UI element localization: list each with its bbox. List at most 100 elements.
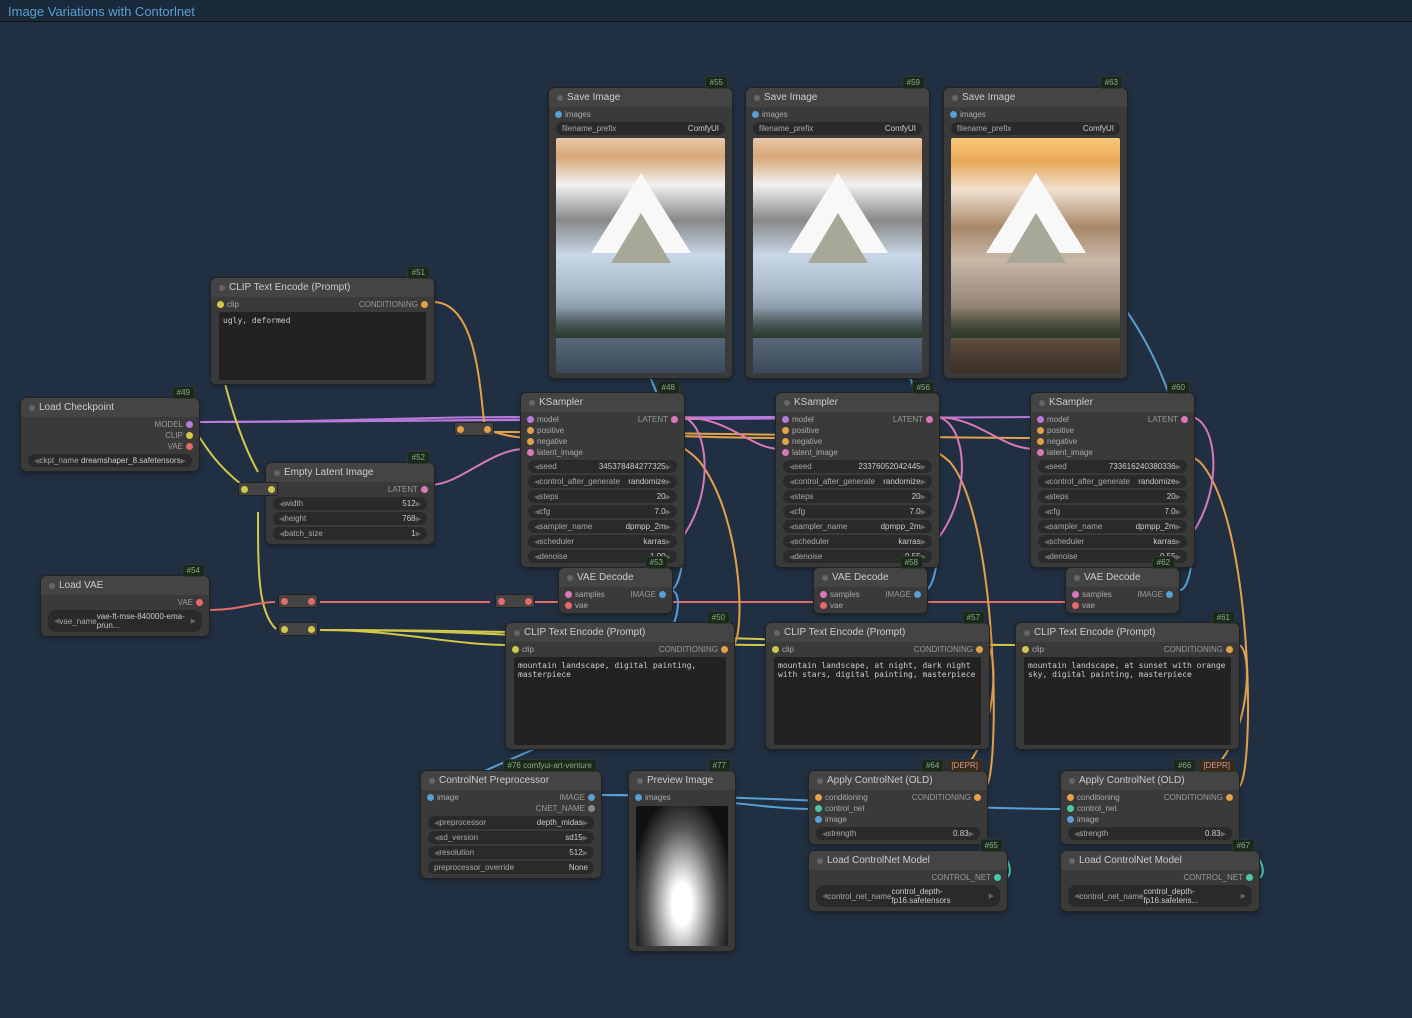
port-conditioning-in[interactable] — [1067, 794, 1074, 801]
node-load-controlnet-a[interactable]: #65 Load ControlNet Model CONTROL_NET ◀c… — [808, 850, 1008, 912]
port-clip-in[interactable] — [772, 646, 779, 653]
widget-sampler-name[interactable]: ◀sampler_namedpmpp_2m▶ — [528, 520, 677, 533]
port-controlnet-in[interactable] — [1067, 805, 1074, 812]
collapse-dot-icon[interactable] — [637, 778, 643, 784]
node-title[interactable]: CLIP Text Encode (Prompt) — [211, 278, 434, 297]
port-clip-out[interactable] — [186, 432, 193, 439]
widget-control-after-generate[interactable]: ◀control_after_generaterandomize▶ — [783, 475, 932, 488]
port-cnet-name-out[interactable] — [588, 805, 595, 812]
collapse-dot-icon[interactable] — [49, 583, 55, 589]
prompt-textarea[interactable]: ugly, deformed — [219, 312, 426, 380]
widget-filename-prefix[interactable]: filename_prefixComfyUI — [556, 122, 725, 135]
port-vae-in[interactable] — [820, 602, 827, 609]
node-title[interactable]: KSampler — [1031, 393, 1194, 412]
widget-sd-version[interactable]: ◀sd_versionsd15▶ — [428, 831, 594, 844]
collapse-dot-icon[interactable] — [219, 285, 225, 291]
node-vae-decode-c[interactable]: #62 VAE Decode samplesIMAGE vae — [1065, 567, 1180, 614]
collapse-dot-icon[interactable] — [1074, 575, 1080, 581]
node-clip-text-positive-b[interactable]: #57 CLIP Text Encode (Prompt) clipCONDIT… — [765, 622, 990, 750]
reroute-node[interactable] — [238, 482, 278, 496]
port-vae-out[interactable] — [196, 599, 203, 606]
widget-strength[interactable]: ◀strength0.83▶ — [816, 827, 980, 840]
node-title[interactable]: VAE Decode — [814, 568, 927, 587]
widget-preprocessor[interactable]: ◀preprocessordepth_midas▶ — [428, 816, 594, 829]
port-image-in[interactable] — [427, 794, 434, 801]
node-title[interactable]: Load ControlNet Model — [1061, 851, 1259, 870]
node-title[interactable]: Load Checkpoint — [21, 398, 199, 417]
widget-seed[interactable]: ◀seed23376052042445▶ — [783, 460, 932, 473]
node-save-image-a[interactable]: #55 Save Image images filename_prefixCom… — [548, 87, 733, 379]
collapse-dot-icon[interactable] — [952, 95, 958, 101]
widget-control-net-name[interactable]: ◀control_net_namecontrol_depth-fp16.safe… — [816, 885, 1000, 907]
port-image-out[interactable] — [1166, 591, 1173, 598]
port-vae-in[interactable] — [1072, 602, 1079, 609]
port-latent-out[interactable] — [926, 416, 933, 423]
node-title[interactable]: Empty Latent Image — [266, 463, 434, 482]
collapse-dot-icon[interactable] — [429, 778, 435, 784]
port-vae-in[interactable] — [565, 602, 572, 609]
node-title[interactable]: CLIP Text Encode (Prompt) — [1016, 623, 1239, 642]
port-latent-out[interactable] — [671, 416, 678, 423]
port-images-in[interactable] — [635, 794, 642, 801]
port-conditioning-in[interactable] — [815, 794, 822, 801]
widget-vae-name[interactable]: ◀vae_namevae-ft-mse-840000-ema-prun...▶ — [48, 610, 202, 632]
output-image-preview[interactable] — [556, 138, 725, 373]
port-conditioning-out[interactable] — [1226, 794, 1233, 801]
widget-strength[interactable]: ◀strength0.83▶ — [1068, 827, 1232, 840]
widget-control-after-generate[interactable]: ◀control_after_generaterandomize▶ — [528, 475, 677, 488]
widget-height[interactable]: ◀height768▶ — [273, 512, 427, 525]
collapse-dot-icon[interactable] — [274, 470, 280, 476]
port-controlnet-out[interactable] — [1246, 874, 1253, 881]
port-clip-in[interactable] — [512, 646, 519, 653]
reroute-node[interactable] — [495, 594, 535, 608]
node-clip-text-positive-c[interactable]: #61 CLIP Text Encode (Prompt) clipCONDIT… — [1015, 622, 1240, 750]
port-negative-in[interactable] — [527, 438, 534, 445]
port-conditioning-out[interactable] — [721, 646, 728, 653]
widget-ckpt-name[interactable]: ◀ckpt_namedreamshaper_8.safetensors▶ — [28, 454, 192, 467]
node-title[interactable]: VAE Decode — [559, 568, 672, 587]
port-images-in[interactable] — [752, 111, 759, 118]
port-latent-in[interactable] — [782, 449, 789, 456]
port-model-in[interactable] — [527, 416, 534, 423]
node-load-vae[interactable]: #54 Load VAE VAE ◀vae_namevae-ft-mse-840… — [40, 575, 210, 637]
port-model-out[interactable] — [186, 421, 193, 428]
port-latent-out[interactable] — [1181, 416, 1188, 423]
chevron-right-icon[interactable]: ▶ — [181, 457, 186, 465]
widget-steps[interactable]: ◀steps20▶ — [528, 490, 677, 503]
node-vae-decode-a[interactable]: #53 VAE Decode samplesIMAGE vae — [558, 567, 673, 614]
node-ksampler-b[interactable]: #56 KSampler modelLATENT positive negati… — [775, 392, 940, 568]
port-negative-in[interactable] — [1037, 438, 1044, 445]
widget-scheduler[interactable]: ◀schedulerkarras▶ — [528, 535, 677, 548]
widget-filename-prefix[interactable]: filename_prefixComfyUI — [951, 122, 1120, 135]
node-title[interactable]: Apply ControlNet (OLD) — [809, 771, 987, 790]
node-clip-text-positive-a[interactable]: #50 CLIP Text Encode (Prompt) clipCONDIT… — [505, 622, 735, 750]
depth-map-preview[interactable] — [636, 806, 728, 946]
output-image-preview[interactable] — [951, 138, 1120, 373]
port-image-out[interactable] — [588, 794, 595, 801]
widget-sampler-name[interactable]: ◀sampler_namedpmpp_2m▶ — [1038, 520, 1187, 533]
collapse-dot-icon[interactable] — [754, 95, 760, 101]
collapse-dot-icon[interactable] — [784, 400, 790, 406]
collapse-dot-icon[interactable] — [1069, 858, 1075, 864]
reroute-node[interactable] — [454, 422, 494, 436]
reroute-node[interactable] — [278, 594, 318, 608]
node-title[interactable]: ControlNet Preprocessor — [421, 771, 601, 790]
port-clip-in[interactable] — [217, 301, 224, 308]
collapse-dot-icon[interactable] — [29, 405, 35, 411]
prompt-textarea[interactable]: mountain landscape, digital painting, ma… — [514, 657, 726, 745]
prompt-textarea[interactable]: mountain landscape, at night, dark night… — [774, 657, 981, 745]
node-preview-image[interactable]: #77 Preview Image images — [628, 770, 736, 952]
port-latent-out[interactable] — [421, 486, 428, 493]
node-title[interactable]: KSampler — [776, 393, 939, 412]
widget-filename-prefix[interactable]: filename_prefixComfyUI — [753, 122, 922, 135]
widget-batch-size[interactable]: ◀batch_size1▶ — [273, 527, 427, 540]
collapse-dot-icon[interactable] — [557, 95, 563, 101]
widget-preprocessor-override[interactable]: preprocessor_overrideNone — [428, 861, 594, 874]
port-model-in[interactable] — [782, 416, 789, 423]
port-samples-in[interactable] — [820, 591, 827, 598]
node-save-image-b[interactable]: #59 Save Image images filename_prefixCom… — [745, 87, 930, 379]
port-model-in[interactable] — [1037, 416, 1044, 423]
node-controlnet-preprocessor[interactable]: #76 comfyui-art-venture ControlNet Prepr… — [420, 770, 602, 879]
widget-seed[interactable]: ◀seed345378484277325▶ — [528, 460, 677, 473]
node-title[interactable]: Save Image — [746, 88, 929, 107]
